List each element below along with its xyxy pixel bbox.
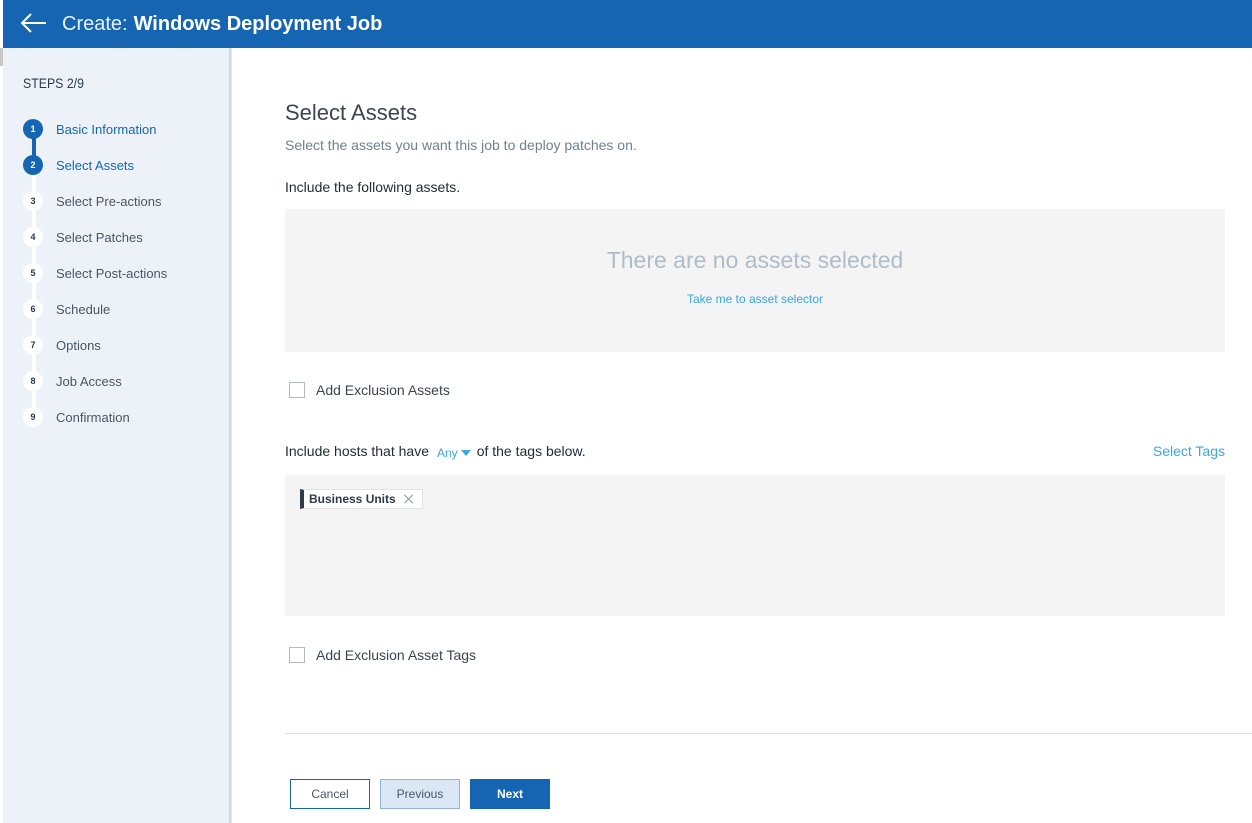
step-number: 7 — [23, 335, 43, 355]
step-number: 5 — [23, 263, 43, 283]
step-label: Select Pre-actions — [56, 193, 162, 209]
tags-sentence-start: Include hosts that have — [285, 443, 429, 459]
steps-counter: STEPS 2/9 — [23, 75, 84, 91]
step-label: Select Post-actions — [56, 265, 168, 281]
step-select-post-actions[interactable]: 5 Select Post-actions — [23, 262, 167, 284]
asset-selector-link[interactable]: Take me to asset selector — [285, 292, 1225, 306]
step-label: Confirmation — [56, 409, 130, 425]
step-number: 1 — [23, 119, 43, 139]
step-label: Select Patches — [56, 229, 143, 245]
step-label: Schedule — [56, 301, 111, 317]
step-select-pre-actions[interactable]: 3 Select Pre-actions — [23, 190, 162, 212]
tags-sentence-end: of the tags below. — [476, 443, 586, 459]
tags-match-sentence: Include hosts that have Any of the tags … — [285, 443, 586, 460]
exclusion-assets-toggle[interactable]: Add Exclusion Assets — [289, 382, 450, 398]
step-job-access[interactable]: 8 Job Access — [23, 370, 122, 392]
select-tags-link[interactable]: Select Tags — [1153, 443, 1225, 459]
tag-label: Business Units — [309, 492, 396, 506]
section-subtitle: Select the assets you want this job to d… — [285, 137, 637, 153]
no-assets-message: There are no assets selected — [606, 247, 904, 273]
step-number: 3 — [23, 191, 43, 211]
tags-match-dropdown[interactable]: Any — [437, 446, 471, 460]
step-label: Select Assets — [56, 157, 135, 173]
step-confirmation[interactable]: 9 Confirmation — [23, 406, 130, 428]
caret-down-icon — [460, 450, 471, 456]
selected-tags-panel: Business Units — [285, 475, 1225, 616]
next-button[interactable]: Next — [470, 779, 550, 809]
exclusion-tags-checkbox[interactable] — [289, 647, 305, 663]
step-number: 6 — [23, 299, 43, 319]
step-label: Basic Information — [56, 121, 157, 137]
step-label: Options — [56, 337, 101, 353]
step-select-patches[interactable]: 4 Select Patches — [23, 226, 143, 248]
step-number: 9 — [23, 407, 43, 427]
section-title: Select Assets — [285, 100, 418, 125]
exclusion-tags-toggle[interactable]: Add Exclusion Asset Tags — [289, 647, 476, 663]
exclusion-assets-label: Add Exclusion Assets — [316, 382, 450, 398]
job-name: Windows Deployment Job — [133, 13, 383, 35]
step-basic-information[interactable]: 1 Basic Information — [23, 118, 156, 140]
step-options[interactable]: 7 Options — [23, 334, 101, 356]
previous-button[interactable]: Previous — [380, 779, 460, 809]
step-select-assets[interactable]: 2 Select Assets — [23, 154, 134, 176]
step-number: 2 — [23, 155, 43, 175]
step-label: Job Access — [56, 373, 122, 389]
exclusion-assets-checkbox[interactable] — [289, 382, 305, 398]
step-schedule[interactable]: 6 Schedule — [23, 298, 110, 320]
step-number: 4 — [23, 227, 43, 247]
page-header-title: Create: Windows Deployment Job — [62, 12, 382, 36]
main-content: Select Assets Select the assets you want… — [232, 48, 1252, 823]
arrow-left-icon[interactable] — [20, 12, 48, 34]
step-number: 8 — [23, 371, 43, 391]
include-assets-label: Include the following assets. — [285, 179, 461, 195]
steps-sidebar: STEPS 2/9 1 Basic Information 2 Select A… — [3, 48, 229, 823]
title-prefix: Create: — [62, 13, 128, 35]
footer-divider — [285, 733, 1252, 734]
close-icon[interactable] — [404, 494, 414, 504]
tag-chip: Business Units — [300, 489, 423, 509]
cancel-button[interactable]: Cancel — [290, 779, 370, 809]
tags-match-value: Any — [437, 446, 458, 460]
header-bar: Create: Windows Deployment Job — [3, 0, 1252, 48]
selected-assets-panel: There are no assets selected Take me to … — [285, 209, 1225, 352]
exclusion-tags-label: Add Exclusion Asset Tags — [316, 647, 477, 663]
